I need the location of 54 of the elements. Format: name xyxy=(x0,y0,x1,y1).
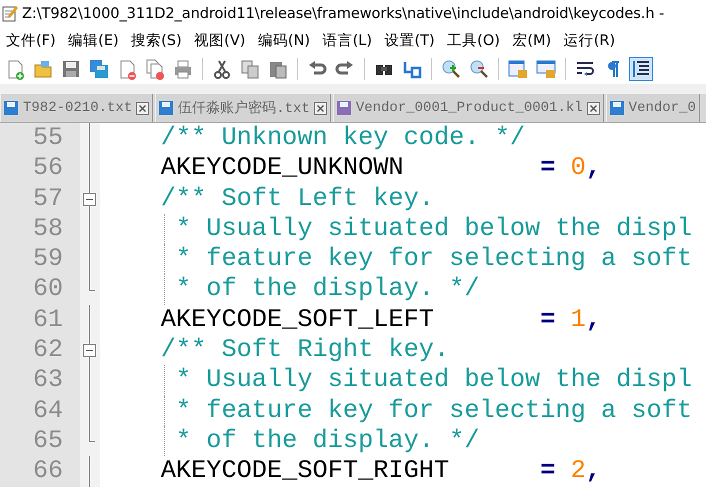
line-number: 66 xyxy=(32,456,64,487)
code-comment: * feature key for selecting a soft xyxy=(174,396,692,425)
menu-item[interactable]: 工具(O) xyxy=(441,30,506,50)
code-comment: /** Unknown key code. */ xyxy=(160,123,526,152)
line-number: 56 xyxy=(32,153,64,184)
indent-guide-icon xyxy=(630,58,652,80)
menu-item[interactable]: 搜索(S) xyxy=(125,30,188,50)
file-tab[interactable]: 伍仟淼账户密码.txt xyxy=(155,94,331,122)
code-comment: * of the display. */ xyxy=(174,426,480,455)
code-line: AKEYCODE_SOFT_LEFT = 1, xyxy=(160,304,601,334)
folder-icon xyxy=(32,58,54,80)
code-comment: * Usually situated below the displ xyxy=(174,365,692,394)
close-icon[interactable] xyxy=(136,102,150,114)
close-icon[interactable] xyxy=(314,102,327,114)
code-comment: * Usually situated below the displ xyxy=(174,214,692,243)
copy-icon xyxy=(239,58,261,80)
menu-item[interactable]: 运行(R) xyxy=(558,30,622,50)
line-number: 55 xyxy=(32,123,64,154)
code-comment: * of the display. */ xyxy=(174,274,480,304)
printer-icon xyxy=(172,58,194,80)
line-number: 59 xyxy=(32,244,64,274)
code-comment: * feature key for selecting a soft xyxy=(174,244,692,274)
fold-minus-icon[interactable] xyxy=(83,192,96,206)
line-number: 60 xyxy=(32,274,64,305)
menu-item[interactable]: 编码(N) xyxy=(252,30,317,50)
zoom-out-icon xyxy=(468,58,490,80)
menu-item[interactable]: 视图(V) xyxy=(188,30,252,50)
code-line: AKEYCODE_UNKNOWN = 0, xyxy=(160,153,601,182)
toolbar-button[interactable] xyxy=(629,57,653,81)
zoom-in-icon xyxy=(440,58,462,80)
menu-item[interactable]: 设置(T) xyxy=(378,30,442,50)
line-number: 57 xyxy=(32,184,64,214)
file-tab[interactable]: Vendor_0001_Product_0001.kl xyxy=(332,94,604,122)
window-title: Z:\T982\1000_311D2_android11\release\frameworks\native\include\android\keycodes.h - xyxy=(22,4,664,22)
line-number: 61 xyxy=(32,304,64,336)
code-comment: /** Soft Right key. xyxy=(160,335,450,364)
documents-minus-icon xyxy=(144,58,166,80)
line-number: 62 xyxy=(32,335,64,366)
line-number: 64 xyxy=(32,396,64,426)
file-tab[interactable]: T982-0210.txt xyxy=(0,94,154,122)
file-tab[interactable]: Vendor_0 xyxy=(606,94,700,122)
line-number: 63 xyxy=(32,365,64,396)
scissors-icon xyxy=(211,58,233,80)
fold-minus-icon[interactable] xyxy=(83,344,96,358)
line-number: 65 xyxy=(32,426,64,456)
menu-item[interactable]: 编辑(E) xyxy=(62,30,126,50)
code-comment: /** Soft Left key. xyxy=(160,184,434,213)
floppy-disks-icon xyxy=(88,58,110,80)
line-number: 58 xyxy=(32,214,64,244)
menu-item[interactable]: 文件(F) xyxy=(0,30,62,50)
close-icon[interactable] xyxy=(586,102,600,114)
code-line: AKEYCODE_SOFT_RIGHT = 2, xyxy=(160,456,601,486)
menu-item[interactable]: 语言(L) xyxy=(316,30,378,50)
menu-item[interactable]: 宏(M) xyxy=(506,30,558,50)
